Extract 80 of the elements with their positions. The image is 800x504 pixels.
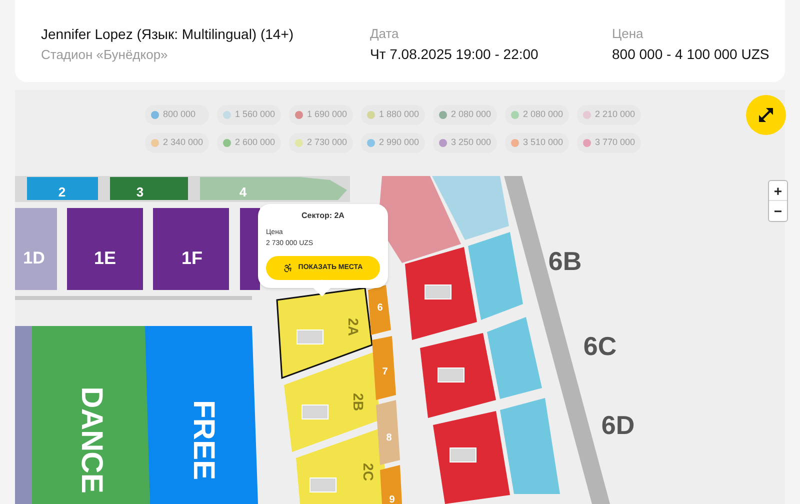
sector-label: 2	[58, 184, 66, 200]
price-value: 2 210 000	[595, 108, 636, 122]
sector-label: 6C	[583, 330, 617, 361]
price-chip[interactable]: 800 000	[145, 105, 209, 125]
price-chip[interactable]: 2 990 000	[361, 133, 425, 153]
price-chip[interactable]: 2 600 000	[217, 133, 281, 153]
price-value: 2 730 000	[307, 136, 348, 150]
zoom-out-button[interactable]: −	[769, 201, 787, 221]
price-value: 2 340 000	[163, 136, 204, 150]
price-value: 2 990 000	[379, 136, 420, 150]
seating-sector[interactable]	[468, 232, 523, 320]
seating-sector[interactable]: 2	[27, 177, 98, 200]
sector-label: 6B	[548, 246, 582, 276]
price-value: 2 600 000	[235, 136, 276, 150]
sector-label: FREE	[187, 400, 220, 480]
price-chip[interactable]: 3 510 000	[505, 133, 569, 153]
seating-sector[interactable]: 8	[376, 400, 400, 465]
sector-label: 8	[386, 432, 392, 444]
price-chip[interactable]: 3 250 000	[433, 133, 497, 153]
price-value: 3 510 000	[523, 136, 564, 150]
price-value: 2 080 000	[451, 108, 492, 122]
price-chip[interactable]: 1 880 000	[361, 105, 425, 125]
price-chip[interactable]: 2 080 000	[433, 105, 497, 125]
seating-sector[interactable]: 1D	[15, 208, 57, 290]
sector-label: 1D	[23, 248, 45, 268]
seating-sector[interactable]: 1E	[67, 208, 143, 290]
seating-sector[interactable]: 7	[372, 336, 396, 400]
price-value: 1 880 000	[379, 108, 420, 122]
price-chip[interactable]: 1 560 000	[217, 105, 281, 125]
sector-label: 9	[389, 494, 395, 504]
price-value: 1 560 000	[235, 108, 276, 122]
seating-sector[interactable]: 6	[368, 285, 391, 335]
sector-label: 7	[382, 366, 388, 378]
sector-label: 6D	[601, 410, 635, 440]
sector-label: 2B	[350, 393, 366, 411]
sector-label: 2A	[345, 318, 362, 336]
price-range: 800 000 - 4 100 000 UZS	[612, 44, 770, 64]
sector-label: 2C	[360, 463, 376, 481]
seating-sector[interactable]: 2C	[296, 428, 388, 504]
wheelchair-icon	[283, 263, 294, 273]
venue-name: Стадион «Бунёдкор»	[41, 46, 169, 64]
sector-name: Сектор: 2A	[302, 210, 344, 222]
price-value: 2 080 000	[523, 108, 564, 122]
sector-label: 3	[136, 184, 144, 200]
seating-sector[interactable]: 2A	[276, 287, 373, 380]
price-chip[interactable]: 2 080 000	[505, 105, 569, 125]
seating-sector[interactable]: FREE	[145, 326, 258, 504]
price-value: 1 690 000	[307, 108, 348, 122]
seating-sector[interactable]	[378, 176, 461, 263]
price-chip[interactable]: 2 210 000	[577, 105, 641, 125]
seating-sector[interactable]: 9	[380, 465, 402, 504]
sector-label: DANCE	[75, 386, 108, 494]
event-title: Jennifer Lopez (Язык: Multilingual) (14+)	[41, 25, 295, 44]
seating-sector[interactable]: 6D	[433, 410, 635, 504]
date-value: Чт 7.08.2025 19:00 - 22:00	[370, 44, 540, 64]
sector-label: 1E	[94, 248, 116, 268]
seating-sector[interactable]: 3	[110, 177, 188, 200]
price-value: 3 250 000	[451, 136, 492, 150]
seating-sector[interactable]	[240, 208, 260, 290]
sector-label: 6	[377, 302, 383, 314]
seating-sector[interactable]	[487, 317, 542, 399]
seating-sector[interactable]	[500, 398, 560, 494]
price-chip[interactable]: 1 690 000	[289, 105, 353, 125]
seating-sector[interactable]: 4	[200, 177, 347, 200]
seating-sector[interactable]: 2B	[284, 352, 380, 452]
price-chip[interactable]: 3 770 000	[577, 133, 641, 153]
fullscreen-button[interactable]	[746, 95, 786, 135]
seating-sector[interactable]: 6B	[405, 246, 582, 340]
sector-label: 4	[239, 184, 247, 200]
price-label: Цена	[612, 25, 644, 43]
seating-sector[interactable]: DANCE	[32, 326, 150, 504]
price-value: 800 000	[163, 108, 196, 122]
price-value: 3 770 000	[595, 136, 636, 150]
zoom-in-button[interactable]: +	[769, 181, 787, 201]
price-chip[interactable]: 2 730 000	[289, 133, 353, 153]
price-chip[interactable]: 2 340 000	[145, 133, 209, 153]
seating-sector[interactable]: 1F	[153, 208, 229, 290]
date-label: Дата	[370, 25, 400, 43]
expand-icon	[757, 106, 775, 124]
sector-label: 1F	[182, 248, 202, 268]
